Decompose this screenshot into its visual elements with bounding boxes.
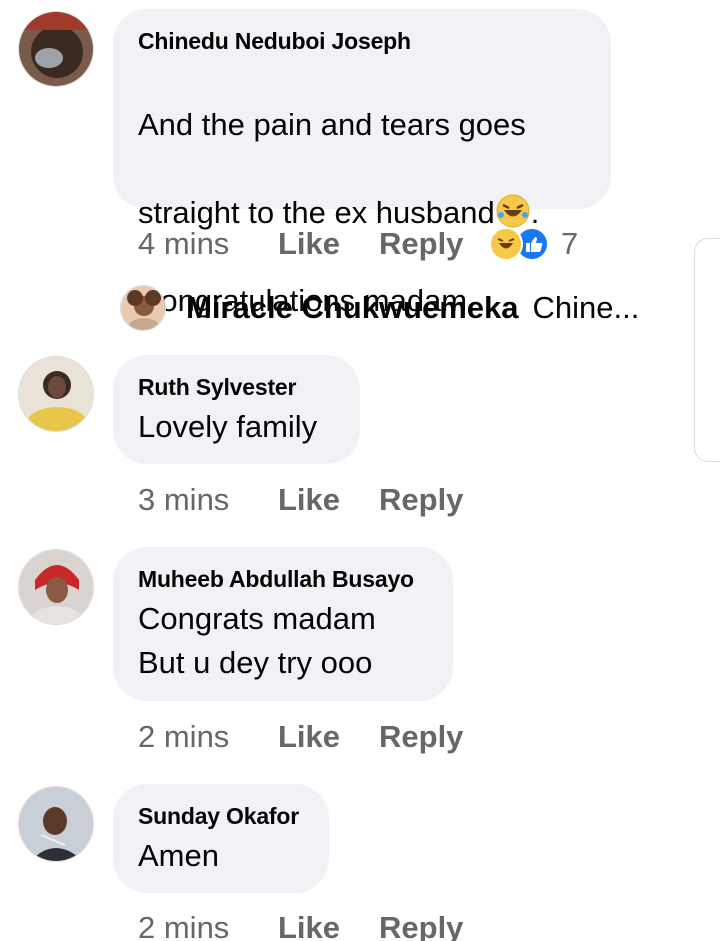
reply-snippet: Chine... [532, 290, 640, 325]
like-button[interactable]: Like [278, 910, 379, 941]
like-button[interactable]: Like [278, 719, 379, 755]
avatar[interactable] [18, 356, 94, 432]
reaction-count: 7 [561, 226, 579, 261]
side-panel-edge [694, 238, 720, 462]
avatar[interactable] [120, 285, 166, 331]
like-button[interactable]: Like [278, 482, 379, 518]
comment-bubble: Muheeb Abdullah Busayo Congrats madam Bu… [113, 547, 453, 701]
haha-icon [489, 227, 523, 261]
reply-button[interactable]: Reply [379, 226, 489, 262]
comments-thread: Chinedu Neduboi Joseph And the pain and … [0, 0, 720, 941]
comment-timestamp: 2 mins [138, 910, 230, 941]
comment-bubble: Sunday Okafor Amen [113, 784, 329, 893]
comment-actions: 4 mins Like Reply 7 [138, 222, 578, 266]
comment-text-line: And the pain and tears goes [138, 107, 526, 142]
comment-bubble: Chinedu Neduboi Joseph And the pain and … [113, 9, 611, 318]
comment-text: Lovely family [138, 409, 318, 444]
comment-author[interactable]: Sunday Okafor [138, 802, 302, 830]
comment-author[interactable]: Muheeb Abdullah Busayo [138, 565, 426, 593]
avatar[interactable] [18, 786, 94, 862]
reply-button[interactable]: Reply [379, 719, 489, 755]
comment-text: Congrats madam But u dey try ooo [138, 601, 376, 680]
comment-author[interactable]: Ruth Sylvester [138, 373, 333, 401]
reply-button[interactable]: Reply [379, 910, 489, 941]
comment-timestamp: 2 mins [138, 719, 230, 754]
reply-button[interactable]: Reply [379, 482, 489, 518]
like-button[interactable]: Like [278, 226, 379, 262]
reactions-summary[interactable]: 7 [489, 226, 578, 262]
comment-timestamp: 4 mins [138, 226, 230, 261]
comment-bubble: Ruth Sylvester Lovely family [113, 355, 360, 464]
comment-timestamp: 3 mins [138, 482, 230, 517]
comment-actions: 3 mins Like Reply [138, 478, 489, 522]
avatar[interactable] [18, 549, 94, 625]
comment-actions: 2 mins Like Reply [138, 715, 489, 759]
avatar[interactable] [18, 11, 94, 87]
comment-text: Amen [138, 838, 219, 873]
comment-author[interactable]: Chinedu Neduboi Joseph [138, 27, 584, 55]
reply-preview[interactable]: Miracle Chukwuemeka Chine... [120, 283, 639, 333]
comment-actions: 2 mins Like Reply [138, 906, 489, 941]
reply-author[interactable]: Miracle Chukwuemeka [186, 290, 519, 326]
